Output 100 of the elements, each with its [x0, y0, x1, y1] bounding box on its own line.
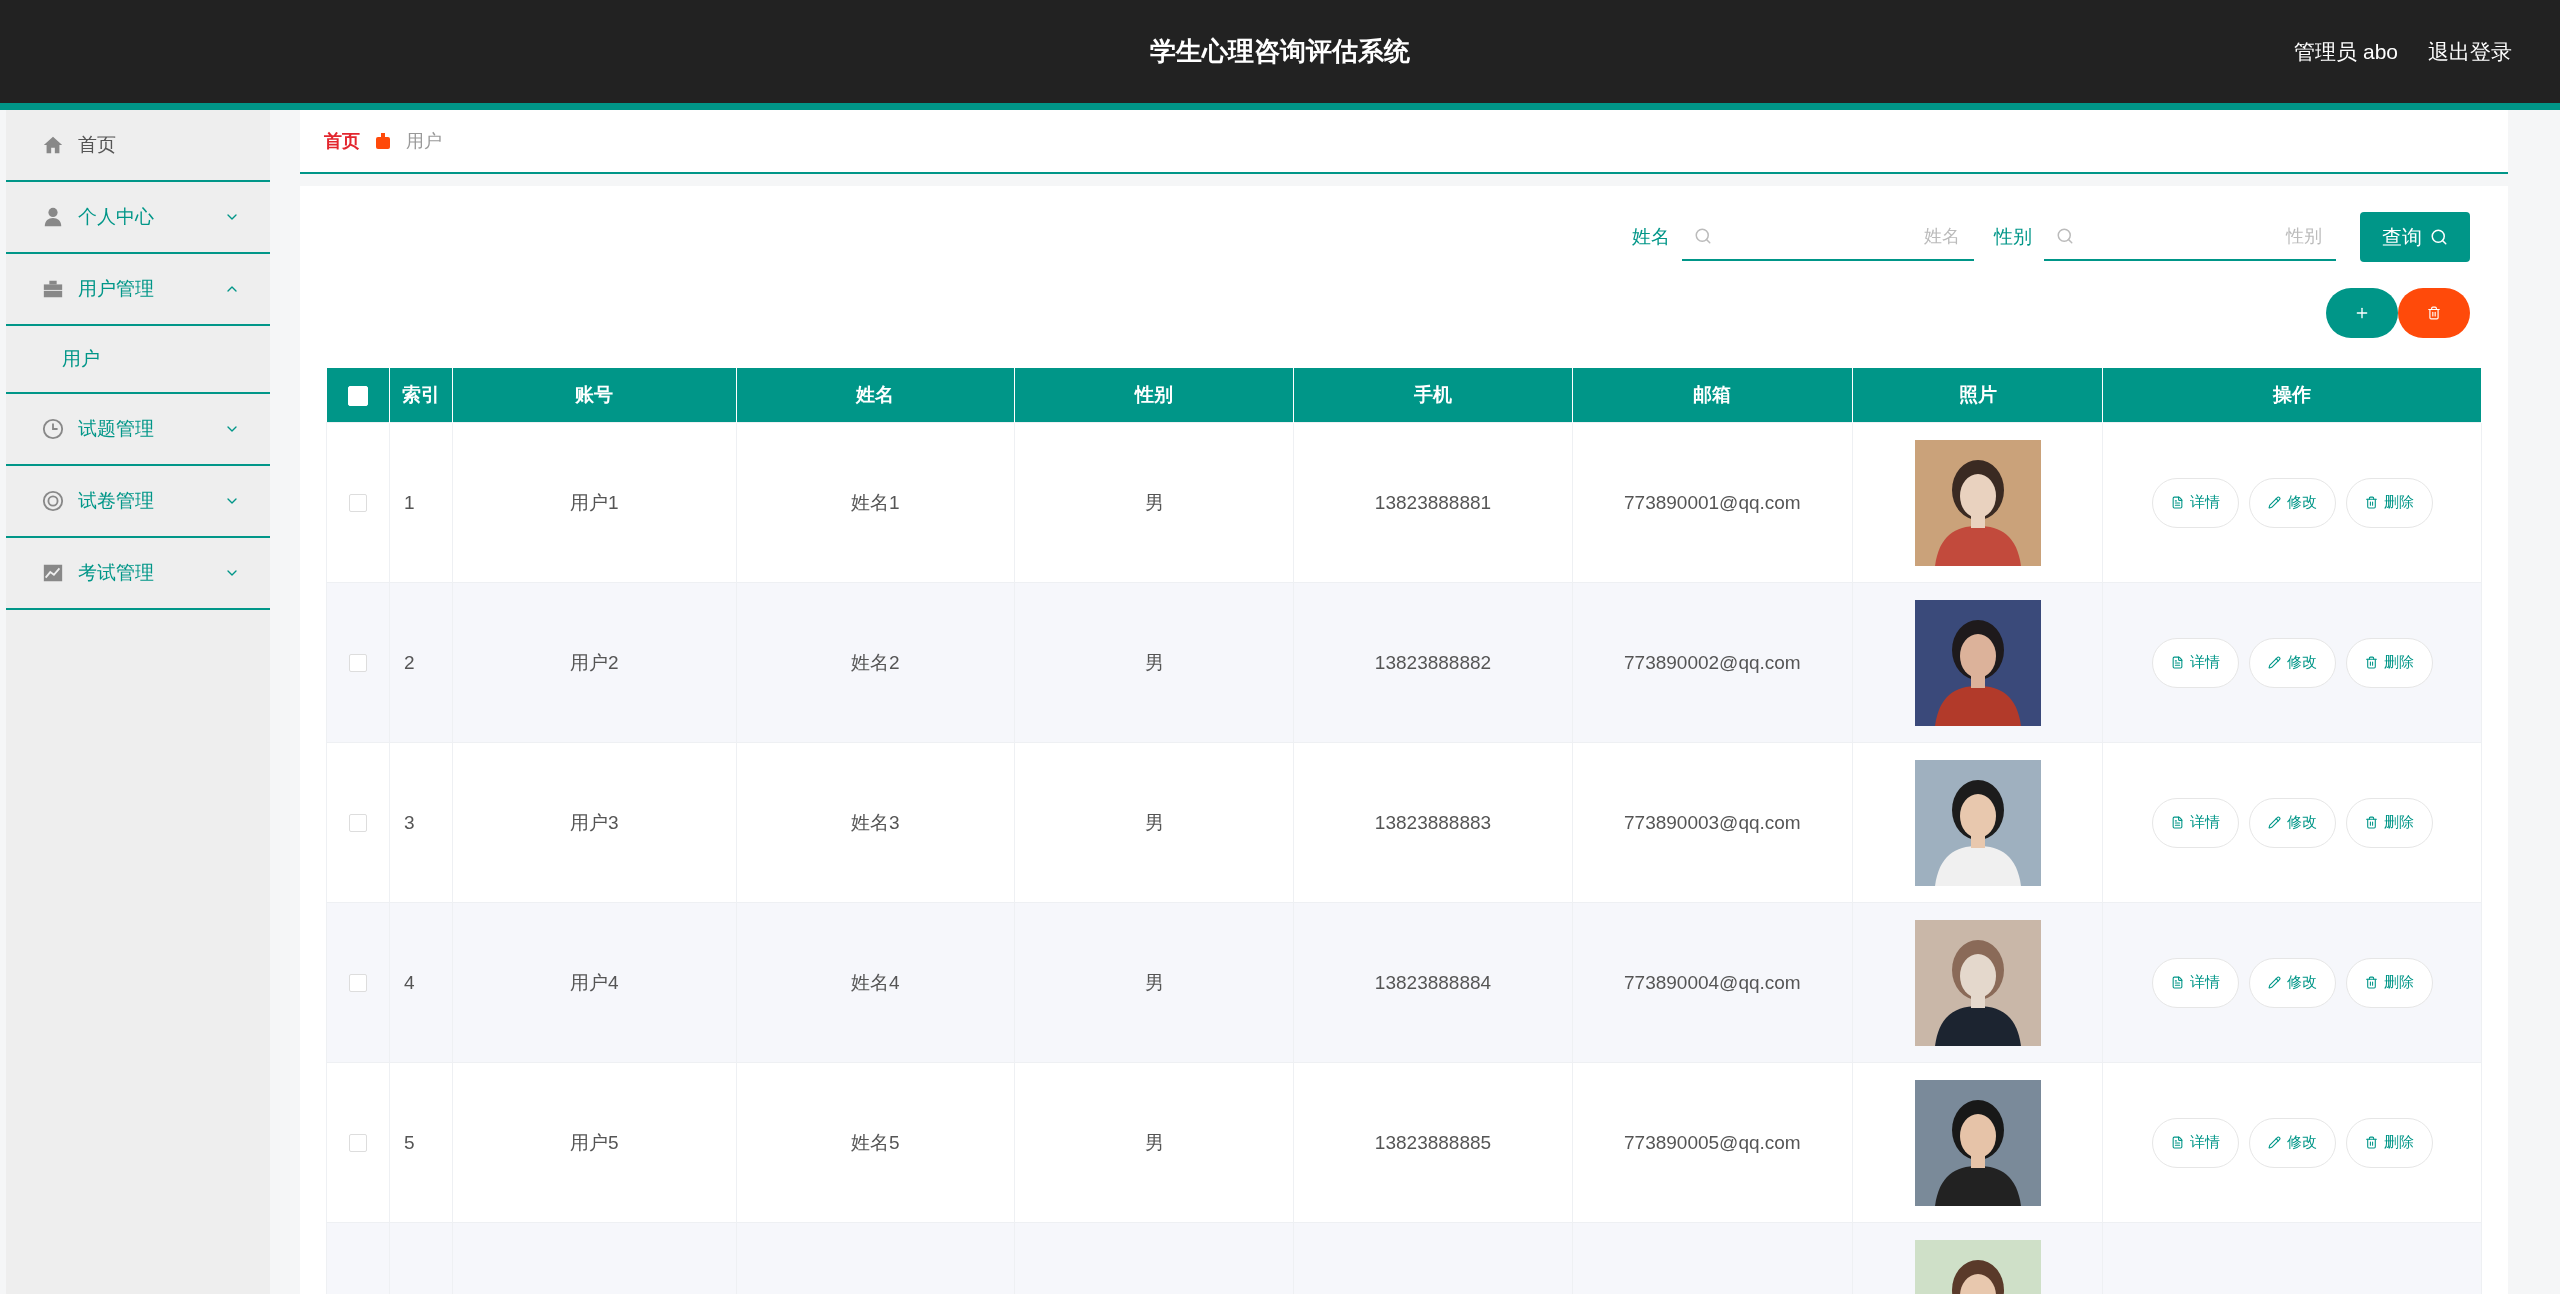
table-cell: 13823888881	[1374, 491, 1492, 513]
document-icon	[2170, 976, 2184, 989]
pencil-icon	[2267, 976, 2281, 989]
trash-icon	[2427, 306, 2441, 320]
admin-name: 管理员 abo	[2294, 38, 2398, 65]
detail-button[interactable]: 详情	[2151, 477, 2239, 528]
person-icon	[42, 206, 64, 228]
search-field[interactable]: 姓名	[1722, 224, 1962, 248]
sidebar-item[interactable]: 首页	[6, 110, 270, 182]
document-icon	[2170, 496, 2184, 509]
table-cell: 用户5	[570, 1131, 619, 1153]
table-cell: 13823888883	[1374, 811, 1492, 833]
table-cell: 4	[404, 971, 415, 993]
query-button[interactable]: 查询	[2360, 212, 2470, 262]
edit-button[interactable]: 修改	[2248, 477, 2336, 528]
separator-icon	[376, 133, 390, 149]
table-cell: 姓名5	[850, 1131, 900, 1153]
table-cell: 5	[404, 1131, 415, 1153]
document-icon	[2170, 816, 2184, 829]
home-icon	[42, 134, 64, 156]
table-cell: 用户1	[570, 491, 619, 513]
table-cell: 13823888882	[1374, 651, 1492, 673]
delete-row-button[interactable]: 删除	[2345, 637, 2433, 688]
breadcrumb-link[interactable]: 用户	[406, 129, 442, 153]
field-label: 姓名	[1632, 225, 1670, 249]
delete-row-button[interactable]: 删除	[2345, 1117, 2433, 1168]
sidebar-item[interactable]: 个人中心	[6, 182, 270, 254]
column-header: 邮箱	[1572, 368, 1853, 423]
row-checkbox[interactable]	[349, 1134, 368, 1153]
column-header: 索引	[389, 368, 453, 423]
table-cell: 男	[1144, 971, 1164, 993]
chart-icon	[42, 562, 64, 584]
detail-button[interactable]: 详情	[2151, 957, 2239, 1008]
sidebar-item[interactable]: 用户管理	[6, 254, 270, 326]
search-icon	[2056, 227, 2074, 245]
sidebar-item[interactable]: 试题管理	[6, 394, 270, 466]
column-header: 手机	[1293, 368, 1573, 423]
table-cell: 2	[404, 651, 415, 673]
trash-icon	[2364, 816, 2378, 829]
pencil-icon	[2267, 816, 2281, 829]
table-cell: 773890004@qq.com	[1624, 971, 1801, 993]
plus-icon	[2354, 305, 2370, 321]
ring-icon	[42, 490, 64, 512]
column-header: 姓名	[736, 368, 1015, 423]
column-header: 照片	[1852, 368, 2103, 423]
table-cell: 姓名4	[850, 971, 900, 993]
table-cell: 用户2	[570, 651, 619, 673]
row-checkbox[interactable]	[349, 814, 368, 833]
trash-icon	[2364, 976, 2378, 989]
table-cell: 用户3	[570, 811, 619, 833]
search-icon	[1694, 227, 1712, 245]
delete-row-button[interactable]: 删除	[2345, 477, 2433, 528]
detail-button[interactable]: 详情	[2151, 797, 2239, 848]
table-cell: 姓名1	[850, 491, 900, 513]
table-cell: 13823888885	[1374, 1131, 1492, 1153]
row-checkbox[interactable]	[349, 974, 368, 993]
field-label: 性别	[1994, 225, 2032, 249]
app-title: 学生心理咨询评估系统	[1150, 35, 1410, 68]
table-cell: 773890005@qq.com	[1624, 1131, 1801, 1153]
logout-link[interactable]: 退出登录	[2428, 37, 2512, 66]
edit-button[interactable]: 修改	[2248, 957, 2336, 1008]
table-cell: 773890002@qq.com	[1624, 651, 1801, 673]
table-cell: 男	[1144, 491, 1164, 513]
detail-button[interactable]: 详情	[2151, 1117, 2239, 1168]
table-cell: 773890001@qq.com	[1624, 491, 1801, 513]
trash-icon	[2364, 496, 2378, 509]
breadcrumb-link[interactable]: 首页	[324, 129, 360, 153]
table-cell: 男	[1144, 811, 1164, 833]
row-checkbox[interactable]	[349, 654, 368, 673]
sidebar-item[interactable]: 试卷管理	[6, 466, 270, 538]
trash-icon	[2364, 1136, 2378, 1149]
briefcase-icon	[42, 278, 64, 300]
edit-button[interactable]: 修改	[2248, 797, 2336, 848]
table-cell: 男	[1144, 1131, 1164, 1153]
delete-row-button[interactable]: 删除	[2345, 957, 2433, 1008]
table-cell: 773890003@qq.com	[1624, 811, 1801, 833]
table-cell: 姓名2	[850, 651, 900, 673]
detail-button[interactable]: 详情	[2151, 637, 2239, 688]
column-header: 操作	[2102, 368, 2482, 423]
edit-button[interactable]: 修改	[2248, 1117, 2336, 1168]
pencil-icon	[2267, 496, 2281, 509]
table-cell: 男	[1144, 651, 1164, 673]
pencil-icon	[2267, 656, 2281, 669]
select-all-checkbox[interactable]	[347, 386, 368, 406]
table-cell: 姓名3	[850, 811, 900, 833]
search-field[interactable]: 性别	[2084, 224, 2324, 248]
pencil-icon	[2267, 1136, 2281, 1149]
sidebar-item[interactable]: 考试管理	[6, 538, 270, 610]
document-icon	[2170, 1136, 2184, 1149]
edit-button[interactable]: 修改	[2248, 637, 2336, 688]
search-icon	[2430, 228, 2448, 246]
trash-icon	[2364, 656, 2378, 669]
row-checkbox[interactable]	[349, 494, 368, 513]
table-cell: 13823888884	[1374, 971, 1492, 993]
delete-button[interactable]	[2398, 288, 2470, 338]
clock-icon	[42, 418, 64, 440]
delete-row-button[interactable]: 删除	[2345, 797, 2433, 848]
add-button[interactable]	[2326, 288, 2398, 338]
column-header: 账号	[452, 368, 737, 423]
sidebar-subitem[interactable]: 用户	[6, 326, 270, 392]
